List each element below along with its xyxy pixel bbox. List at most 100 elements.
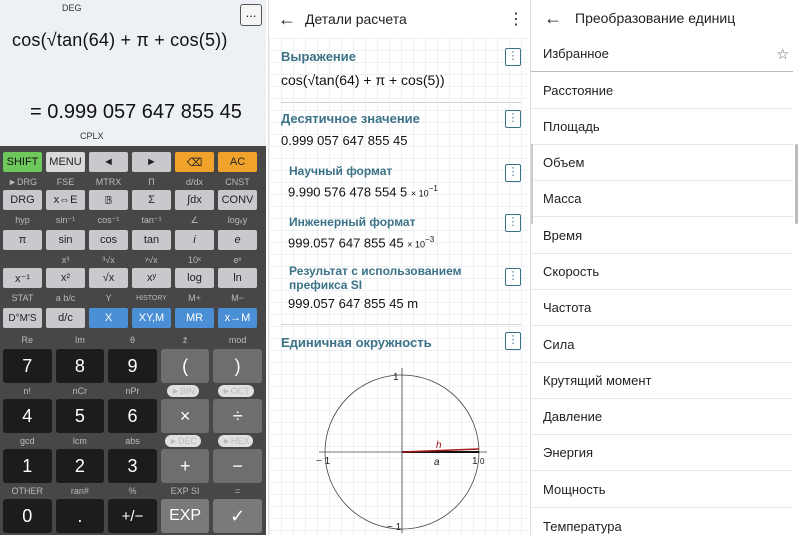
unit-category-torque[interactable]: Крутящий момент bbox=[531, 363, 793, 399]
log-key[interactable]: log bbox=[175, 268, 214, 288]
negate-key[interactable]: +/− bbox=[108, 499, 157, 533]
units-toolbar: ← Преобразование единиц bbox=[531, 0, 800, 36]
si-menu-icon[interactable]: ⋮ bbox=[505, 268, 521, 286]
unit-circle-menu-icon[interactable]: ⋮ bbox=[505, 332, 521, 350]
shift-label: a b/c bbox=[55, 293, 76, 303]
eng-menu-icon[interactable]: ⋮ bbox=[505, 214, 521, 232]
all-clear-key[interactable]: AC bbox=[218, 152, 257, 172]
shift-label: ʸ√x bbox=[145, 255, 158, 265]
unit-conversion-panel: ← Преобразование единиц Избранное ☆ Расс… bbox=[530, 0, 800, 535]
x-e-key[interactable]: x⇔E bbox=[46, 190, 85, 210]
keypad-row-9: 0 . +/− EXP ✓ bbox=[0, 499, 266, 533]
cursor-right-key[interactable]: ► bbox=[132, 152, 171, 172]
shift-labels-4: x³ ³√x ʸ√x 10ˣ eˣ bbox=[0, 254, 266, 266]
cursor-left-key[interactable]: ◄ bbox=[89, 152, 128, 172]
expression-menu-icon[interactable]: ⋮ bbox=[505, 48, 521, 66]
unit-category-power[interactable]: Мощность bbox=[531, 472, 793, 508]
menu-key[interactable]: MENU bbox=[46, 152, 85, 172]
dms-key[interactable]: D°M'S bbox=[3, 308, 42, 328]
cplx-indicator: CPLX bbox=[80, 131, 104, 141]
unit-category-temperature[interactable]: Температура bbox=[531, 508, 793, 535]
digit-5-key[interactable]: 5 bbox=[55, 399, 105, 433]
minus-key[interactable]: − bbox=[213, 449, 262, 483]
close-paren-key[interactable]: ) bbox=[213, 349, 262, 383]
back-arrow-icon[interactable]: ← bbox=[531, 8, 575, 29]
unit-category-distance[interactable]: Расстояние bbox=[531, 73, 793, 109]
unit-category-label: Частота bbox=[543, 300, 592, 315]
tan-key[interactable]: tan bbox=[132, 230, 171, 250]
plus-key[interactable]: + bbox=[160, 449, 210, 483]
fraction-key[interactable]: d/c bbox=[46, 308, 85, 328]
edge-scroll-indicator bbox=[531, 144, 533, 224]
decimal-menu-icon[interactable]: ⋮ bbox=[505, 110, 521, 128]
unit-category-pressure[interactable]: Давление bbox=[531, 399, 793, 435]
shift-label: hyp bbox=[15, 215, 30, 225]
decimal-point-key[interactable]: . bbox=[55, 499, 105, 533]
digit-6-key[interactable]: 6 bbox=[108, 399, 157, 433]
shift-label: ran# bbox=[70, 486, 89, 496]
sigma-key[interactable]: Σ bbox=[132, 190, 171, 210]
pi-key[interactable]: π bbox=[3, 230, 42, 250]
back-arrow-icon[interactable]: ← bbox=[269, 9, 305, 30]
unit-category-favorites[interactable]: Избранное ☆ bbox=[531, 36, 793, 72]
unit-category-mass[interactable]: Масса bbox=[531, 181, 793, 217]
unit-category-label: Крутящий момент bbox=[543, 373, 652, 388]
equals-check-key[interactable]: ✓ bbox=[213, 499, 262, 533]
square-key[interactable]: x² bbox=[46, 268, 85, 288]
scrollbar[interactable] bbox=[795, 144, 798, 224]
calculator-display: DEG ... cos(√tan(64) + π + cos(5)) = 0.9… bbox=[0, 0, 266, 146]
euler-key[interactable]: e bbox=[218, 230, 257, 250]
shift-label: z̄ bbox=[182, 335, 188, 345]
axis-right-label: 1 bbox=[472, 456, 478, 467]
shift-key[interactable]: SHIFT bbox=[3, 152, 42, 172]
sin-key[interactable]: sin bbox=[46, 230, 85, 250]
unit-category-energy[interactable]: Энергия bbox=[531, 435, 793, 471]
expression-display[interactable]: cos(√tan(64) + π + cos(5)) bbox=[12, 30, 228, 51]
store-memory-key[interactable]: x→M bbox=[218, 308, 257, 328]
unit-category-frequency[interactable]: Частота bbox=[531, 290, 793, 326]
reciprocal-key[interactable]: x⁻¹ bbox=[3, 268, 42, 288]
shift-labels-9: OTHER ran# % EXP SI = bbox=[0, 485, 266, 497]
unit-category-volume[interactable]: Объем bbox=[531, 145, 793, 181]
xym-key[interactable]: XY,M bbox=[132, 308, 171, 328]
sci-menu-icon[interactable]: ⋮ bbox=[505, 164, 521, 182]
divide-key[interactable]: ÷ bbox=[213, 399, 262, 433]
conv-key[interactable]: CONV bbox=[218, 190, 257, 210]
shift-labels-3: hyp sin⁻¹ cos⁻¹ tan⁻¹ ∠ logₓy bbox=[0, 214, 266, 226]
digit-7-key[interactable]: 7 bbox=[3, 349, 52, 383]
open-paren-key[interactable]: ( bbox=[160, 349, 210, 383]
digit-8-key[interactable]: 8 bbox=[55, 349, 105, 383]
origin-label: 0 bbox=[480, 457, 485, 466]
star-icon[interactable]: ☆ bbox=[776, 46, 789, 63]
sci-exponent: −1 bbox=[428, 184, 438, 193]
drg-key[interactable]: DRG bbox=[3, 190, 42, 210]
multiply-key[interactable]: × bbox=[160, 399, 210, 433]
integral-key[interactable]: ∫dx bbox=[175, 190, 214, 210]
ln-key[interactable]: ln bbox=[218, 268, 257, 288]
digit-0-key[interactable]: 0 bbox=[3, 499, 52, 533]
shift-label: tan⁻¹ bbox=[141, 214, 162, 225]
memory-recall-key[interactable]: MR bbox=[175, 308, 214, 328]
digit-4-key[interactable]: 4 bbox=[3, 399, 52, 433]
x-variable-key[interactable]: X bbox=[89, 308, 128, 328]
to-bin-label: ►BIN bbox=[167, 385, 200, 397]
cos-key[interactable]: cos bbox=[89, 230, 128, 250]
unit-category-area[interactable]: Площадь bbox=[531, 109, 793, 145]
digit-9-key[interactable]: 9 bbox=[108, 349, 157, 383]
unit-category-speed[interactable]: Скорость bbox=[531, 254, 793, 290]
keypad-row-6: 7 8 9 ( ) bbox=[0, 349, 266, 383]
power-key[interactable]: xʸ bbox=[132, 268, 171, 288]
unit-category-time[interactable]: Время bbox=[531, 218, 793, 254]
digit-1-key[interactable]: 1 bbox=[3, 449, 52, 483]
kebab-menu-icon[interactable]: ⋮ bbox=[503, 9, 528, 29]
imaginary-key[interactable]: i bbox=[175, 230, 214, 250]
unit-category-force[interactable]: Сила bbox=[531, 327, 793, 363]
sqrt-key[interactable]: √x bbox=[89, 268, 128, 288]
exp-key[interactable]: EXP bbox=[160, 499, 210, 533]
matrix-key[interactable]: 𝔹 bbox=[89, 190, 128, 210]
more-button[interactable]: ... bbox=[240, 4, 262, 26]
digit-3-key[interactable]: 3 bbox=[108, 449, 157, 483]
unit-circle-label: Единичная окружность bbox=[281, 335, 432, 350]
backspace-key[interactable]: ⌫ bbox=[175, 152, 214, 172]
digit-2-key[interactable]: 2 bbox=[55, 449, 105, 483]
